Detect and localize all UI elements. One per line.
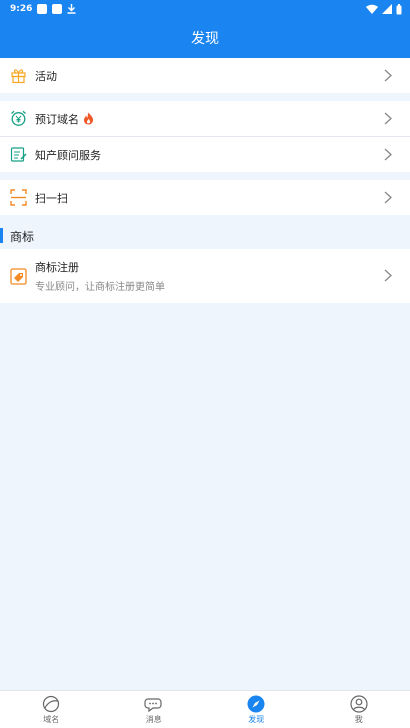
compass-icon [247,695,265,712]
menu-item-ip-consult[interactable]: 知产顾问服务 [0,137,410,172]
notification-icon [52,4,63,14]
page-title: 发现 [191,31,219,47]
tab-domain[interactable]: 域名 [0,691,103,728]
wifi-icon [366,4,378,14]
status-bar: 9:26 [0,0,410,18]
menu-label: 活动 [35,69,57,83]
notification-icon [37,4,48,14]
menu-label-wrap: 预订域名 [35,111,94,127]
trademark-texts: 商标注册 专业顾问，让商标注册更简单 [35,259,165,293]
tab-label: 域名 [43,714,60,724]
section-title-text: 商标 [10,229,35,244]
trademark-tag-icon [10,267,27,285]
status-time: 9:26 [10,4,33,14]
chevron-right-icon [384,267,392,286]
menu-label: 预订域名 [35,112,79,126]
trademark-item-subtitle: 专业顾问，让商标注册更简单 [35,282,165,293]
section-gap [0,172,410,180]
document-edit-icon [10,146,27,163]
download-icon [67,4,76,14]
bottom-tab-bar: 域名 消息 发现 我 [0,690,410,728]
domain-icon [43,695,60,712]
menu-item-reserve-domain[interactable]: 预订域名 [0,101,410,136]
tab-label: 消息 [145,714,162,724]
gift-icon [10,67,27,84]
chevron-right-icon [384,69,392,82]
menu-item-scan[interactable]: 扫一扫 [0,180,410,215]
section-gap [0,93,410,101]
chevron-right-icon [384,112,392,125]
tab-label: 我 [354,714,363,724]
menu-item-trademark-register[interactable]: 商标注册 专业顾问，让商标注册更简单 [0,249,410,303]
chevron-right-icon [384,191,392,204]
alarm-clock-yen-icon [10,110,27,127]
chevron-right-icon [384,148,392,161]
menu-label: 知产顾问服务 [35,148,101,162]
section-title-trademark: 商标 [0,223,410,249]
message-icon [144,697,162,712]
trademark-item-title: 商标注册 [35,261,79,274]
battery-icon [396,3,402,14]
tab-me[interactable]: 我 [308,691,410,728]
section-gap [0,215,410,223]
scan-icon [10,189,27,206]
menu-label: 扫一扫 [35,191,68,205]
tab-discover[interactable]: 发现 [205,691,308,728]
menu-item-activity[interactable]: 活动 [0,58,410,93]
tab-message[interactable]: 消息 [103,691,206,728]
app-header: 发现 [0,18,410,58]
signal-icon [382,4,392,14]
fire-icon [84,112,94,125]
tab-label: 发现 [248,714,265,724]
user-icon [350,694,368,713]
